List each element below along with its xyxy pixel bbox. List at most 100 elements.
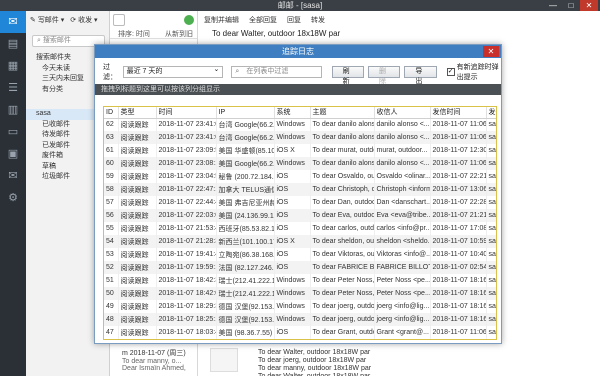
table-row[interactable]: 54阅读跟踪2018-11-07 21:28:38新西兰(101.100.17.… — [104, 235, 496, 248]
table-row[interactable]: 56阅读跟踪2018-11-07 22:03:06美国 (24.136.99.1… — [104, 209, 496, 222]
column-header[interactable]: 发信人 — [486, 107, 496, 119]
table-row[interactable]: 53阅读跟踪2018-11-07 19:41:41立陶宛(86.38.168.1… — [104, 248, 496, 261]
table-cell: 2018-11-07 23:41:06 — [156, 131, 217, 144]
receive-button[interactable]: ⟳ 收发 ▾ — [70, 15, 97, 25]
table-cell: sasa <... — [486, 157, 496, 170]
archive-icon[interactable]: ▣ — [0, 143, 26, 165]
close-icon[interactable]: ✕ — [580, 0, 598, 11]
table-cell: 2018-11-07 21:53:41 — [156, 222, 217, 235]
contacts-icon[interactable]: ☰ — [0, 77, 26, 99]
table-cell: 2018-11-07 13:06:09 — [430, 183, 487, 196]
table-cell: 46 — [104, 339, 118, 340]
column-header[interactable]: ID — [104, 107, 119, 119]
table-cell: 新西兰(101.100.17... — [216, 235, 275, 248]
dialog-filter-bar: 过滤： 最近 7 天的 ⌕ 在列表中过滤 刷新 删除 导出 ✓ 有新追踪时弹出提示 — [95, 62, 501, 85]
reader-toolbar-button[interactable]: 转发 — [311, 15, 325, 25]
minimize-icon[interactable]: — — [544, 0, 562, 11]
sort-order[interactable]: 从新到旧 — [165, 29, 193, 38]
table-cell: To dear Christoph, out... — [310, 183, 375, 196]
filter-select[interactable]: 最近 7 天的 — [122, 65, 224, 78]
table-row[interactable]: 48阅读跟踪2018-11-07 18:25:11德国 汉堡(92.153.8.… — [104, 313, 496, 326]
dialog-close-icon[interactable]: ✕ — [483, 46, 499, 57]
table-cell: 2018-11-07 18:16:00 — [430, 313, 487, 326]
settings-icon[interactable]: ⚙ — [0, 187, 26, 209]
status-dot-icon[interactable] — [184, 15, 194, 25]
refresh-button[interactable]: 刷新 — [331, 66, 365, 85]
notify-checkbox[interactable]: ✓ 有新追踪时弹出提示 — [446, 62, 501, 82]
table-cell: 2018-11-07 21:28:38 — [156, 235, 217, 248]
filter-search-placeholder: 在列表中过滤 — [246, 68, 289, 75]
inbox-icon[interactable]: ▤ — [0, 33, 26, 55]
mail-list-sort-bar[interactable]: 排序: 时间 从新到旧 — [110, 29, 197, 39]
table-row[interactable]: 61阅读跟踪2018-11-07 23:09:58美国 华盛顿(85.108.1… — [104, 144, 496, 157]
checkbox-checked-icon[interactable]: ✓ — [446, 68, 455, 76]
table-cell: sasa <... — [486, 209, 496, 222]
mail-alt-icon[interactable]: ✉ — [0, 165, 26, 187]
filter-search-input[interactable]: ⌕ 在列表中过滤 — [231, 66, 322, 78]
group-by-hint[interactable]: 拖拽列标题到这里可以按该列分组显示 — [95, 84, 501, 95]
table-cell: danilo alonso <... — [374, 131, 431, 144]
table-row[interactable]: 63阅读跟踪2018-11-07 23:41:06台湾 Google(66.2.… — [104, 131, 496, 144]
table-row[interactable]: 59阅读跟踪2018-11-07 23:04:54秘鲁 (200.72.184.… — [104, 170, 496, 183]
mail-icon[interactable]: ✉ — [0, 11, 26, 33]
table-cell: 西班牙(85.53.82.196) — [216, 222, 275, 235]
sort-label[interactable]: 排序: 时间 — [118, 29, 150, 38]
table-row[interactable]: 58阅读跟踪2018-11-07 22:47:11加拿大 TELUS通信...i… — [104, 183, 496, 196]
table-cell: 52 — [104, 261, 119, 274]
bottom-mail-strip: m 2018-11-07 (周三) To dear manny, o... De… — [110, 346, 600, 376]
write-mail-button[interactable]: ✎ 写邮件 ▾ — [30, 15, 64, 25]
table-cell: 59 — [104, 170, 119, 183]
left-rail: ✉ ▤ ▦ ☰ ▥ ▭ ▣ ✉ ⚙ — [0, 11, 26, 376]
column-header[interactable]: 类型 — [118, 107, 157, 119]
table-row[interactable]: 57阅读跟踪2018-11-07 22:44:44美国 弗吉尼亚州赫...iOS… — [104, 196, 496, 209]
bottom-subject[interactable]: To dear Walter, outdoor 18x18W par — [258, 372, 370, 376]
table-cell: Windows — [274, 131, 311, 144]
column-header[interactable]: 系统 — [274, 107, 311, 119]
table-row[interactable]: 60阅读跟踪2018-11-07 23:08:12美国 Google(66.2.… — [104, 157, 496, 170]
list-item-from: m 2018-11-07 (周三) — [122, 350, 186, 357]
calendar-icon[interactable]: ▦ — [0, 55, 26, 77]
table-cell: 阅读跟踪 — [118, 209, 157, 222]
table-row[interactable]: 46阅读跟踪2018-11-07 17:33:25瑞士(212.41.222.1… — [104, 339, 497, 340]
table-row[interactable]: 62阅读跟踪2018-11-07 23:41:05台湾 Google(66.2.… — [104, 118, 496, 131]
column-header[interactable]: IP — [216, 107, 275, 119]
list-item[interactable]: m 2018-11-07 (周三) To dear manny, o... De… — [122, 348, 202, 372]
table-cell: iOS — [274, 196, 311, 209]
table-cell: iOS X — [274, 235, 311, 248]
table-cell: sasa <... — [486, 287, 496, 300]
table-cell: To dear Grant, outdoor... — [310, 326, 375, 339]
table-row[interactable]: 51阅读跟踪2018-11-07 18:42:35瑞士(212.41.222.1… — [104, 274, 496, 287]
table-row[interactable]: 55阅读跟踪2018-11-07 21:53:41西班牙(85.53.82.19… — [104, 222, 496, 235]
column-header[interactable]: 收信人 — [374, 107, 431, 119]
maximize-icon[interactable]: □ — [562, 0, 580, 11]
column-header[interactable]: 发信时间 — [430, 107, 487, 119]
table-cell: 51 — [104, 274, 119, 287]
reader-toolbar-button[interactable]: 回复 — [287, 15, 301, 25]
reader-toolbar-button[interactable]: 复制并编辑 — [204, 15, 239, 25]
paper-icon[interactable]: ▭ — [0, 121, 26, 143]
table-row[interactable]: 52阅读跟踪2018-11-07 19:59:12法国 (82.127.246.… — [104, 261, 496, 274]
table-cell: sasa <... — [486, 144, 496, 157]
table-row[interactable]: 49阅读跟踪2018-11-07 18:29:39德国 汉堡(92.153.8.… — [104, 300, 496, 313]
table-row[interactable]: 47阅读跟踪2018-11-07 18:03:48美国 (98.36.7.55)… — [104, 326, 496, 339]
table-cell: To dear Peter Noss, ou... — [310, 274, 375, 287]
notes-icon[interactable]: ▥ — [0, 99, 26, 121]
select-all-checkbox[interactable] — [113, 14, 125, 26]
table-cell: Windows — [274, 287, 311, 300]
column-header[interactable]: 时间 — [156, 107, 217, 119]
table-cell: sasa <... — [486, 261, 496, 274]
table-cell: sasa <... — [486, 222, 496, 235]
table-cell: 加拿大 TELUS通信... — [216, 183, 275, 196]
delete-button[interactable]: 删除 — [368, 66, 401, 85]
table-row[interactable]: 50阅读跟踪2018-11-07 18:42:05瑞士(212.41.222.1… — [104, 287, 496, 300]
table-cell: carlos <info@pr... — [374, 222, 431, 235]
table-cell: 47 — [104, 326, 119, 339]
reader-toolbar-button[interactable]: 全部回复 — [249, 15, 277, 25]
table-cell: 2018-11-07 18:03:48 — [156, 326, 217, 339]
table-cell: sasa <... — [486, 313, 496, 326]
table-cell: 2018-11-07 11:06:24 — [430, 131, 487, 144]
table-cell: 2018-11-07 18:16:00 — [430, 339, 486, 340]
export-button[interactable]: 导出 — [404, 66, 437, 85]
column-header[interactable]: 主题 — [310, 107, 375, 119]
write-mail-label: 写邮件 — [37, 17, 59, 24]
